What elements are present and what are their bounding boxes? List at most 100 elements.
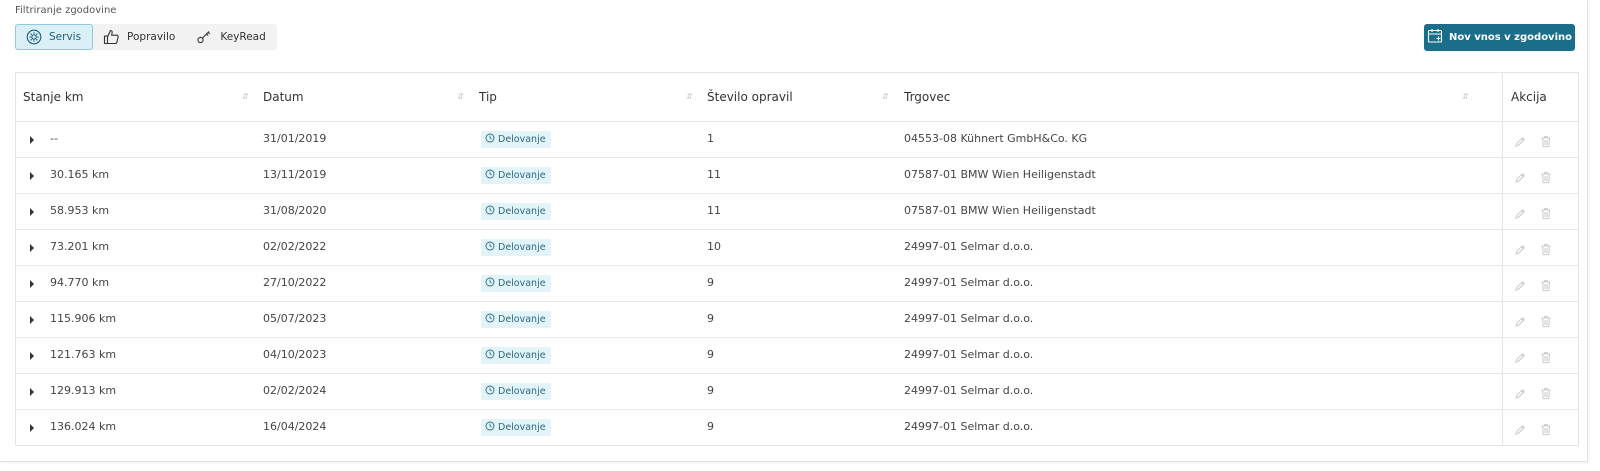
cell-km: 121.763 km bbox=[50, 348, 117, 361]
cell-trgovec: 24997-01 Selmar d.o.o. bbox=[904, 348, 1034, 361]
cell-stevilo-opravil: 11 bbox=[707, 168, 721, 181]
cell-trgovec: 24997-01 Selmar d.o.o. bbox=[904, 384, 1034, 397]
cell-datum: 05/07/2023 bbox=[263, 312, 327, 325]
cell-km: 58.953 km bbox=[50, 204, 110, 217]
cell-km: 136.024 km bbox=[50, 420, 117, 433]
type-badge-label: Delovanje bbox=[498, 242, 546, 253]
key-icon bbox=[196, 29, 213, 45]
cell-trgovec: 07587-01 BMW Wien Heiligenstadt bbox=[904, 204, 1096, 217]
cell-datum: 16/04/2024 bbox=[263, 420, 327, 433]
type-badge: Delovanje bbox=[481, 239, 551, 256]
edit-icon[interactable] bbox=[1514, 205, 1526, 224]
expand-caret-icon[interactable] bbox=[30, 244, 34, 252]
expand-caret-icon[interactable] bbox=[30, 136, 34, 144]
expand-caret-icon[interactable] bbox=[30, 316, 34, 324]
clock-icon bbox=[485, 169, 495, 182]
edit-icon[interactable] bbox=[1514, 385, 1526, 404]
clock-icon bbox=[485, 241, 495, 254]
delete-icon[interactable] bbox=[1540, 313, 1552, 332]
col-header-akcija: Akcija bbox=[1511, 90, 1547, 104]
edit-icon[interactable] bbox=[1514, 421, 1526, 440]
table-row[interactable]: 136.024 km 16/04/2024 Delovanje 9 24997-01 S… bbox=[16, 410, 1578, 446]
cell-km: -- bbox=[50, 132, 58, 145]
clock-icon bbox=[485, 421, 495, 434]
expand-caret-icon[interactable] bbox=[30, 172, 34, 180]
sort-icon[interactable]: ⇵ bbox=[242, 92, 249, 101]
expand-caret-icon[interactable] bbox=[30, 280, 34, 288]
delete-icon[interactable] bbox=[1540, 169, 1552, 188]
new-history-entry-button[interactable]: Nov vnos v zgodovino bbox=[1424, 24, 1575, 51]
col-header-tip[interactable]: Tip bbox=[479, 90, 497, 104]
col-header-trgovec[interactable]: Trgovec bbox=[904, 90, 950, 104]
cell-trgovec: 24997-01 Selmar d.o.o. bbox=[904, 276, 1034, 289]
expand-caret-icon[interactable] bbox=[30, 208, 34, 216]
expand-caret-icon[interactable] bbox=[30, 424, 34, 432]
filter-label: Filtriranje zgodovine bbox=[15, 5, 117, 16]
table-row[interactable]: 94.770 km 27/10/2022 Delovanje 9 24997-01 Se… bbox=[16, 266, 1578, 302]
cell-stevilo-opravil: 9 bbox=[707, 420, 714, 433]
delete-icon[interactable] bbox=[1540, 277, 1552, 296]
delete-icon[interactable] bbox=[1540, 241, 1552, 260]
expand-caret-icon[interactable] bbox=[30, 352, 34, 360]
cell-km: 115.906 km bbox=[50, 312, 117, 325]
type-badge: Delovanje bbox=[481, 347, 551, 364]
sort-icon[interactable]: ⇵ bbox=[457, 92, 464, 101]
sort-icon[interactable]: ⇵ bbox=[686, 92, 693, 101]
edit-icon[interactable] bbox=[1514, 313, 1526, 332]
table-row[interactable]: 58.953 km 31/08/2020 Delovanje 11 07587-01 B… bbox=[16, 194, 1578, 230]
cell-datum: 31/01/2019 bbox=[263, 132, 327, 145]
clock-icon bbox=[485, 205, 495, 218]
col-header-datum[interactable]: Datum bbox=[263, 90, 304, 104]
table-row[interactable]: 73.201 km 02/02/2022 Delovanje 10 24997-01 S… bbox=[16, 230, 1578, 266]
type-badge-label: Delovanje bbox=[498, 350, 546, 361]
cell-trgovec: 24997-01 Selmar d.o.o. bbox=[904, 420, 1034, 433]
edit-icon[interactable] bbox=[1514, 241, 1526, 260]
delete-icon[interactable] bbox=[1540, 349, 1552, 368]
table-row[interactable]: 121.763 km 04/10/2023 Delovanje 9 24997-01 S… bbox=[16, 338, 1578, 374]
expand-caret-icon[interactable] bbox=[30, 388, 34, 396]
table-row[interactable]: 129.913 km 02/02/2024 Delovanje 9 24997-01 S… bbox=[16, 374, 1578, 410]
cell-stevilo-opravil: 9 bbox=[707, 276, 714, 289]
table-row[interactable]: 30.165 km 13/11/2019 Delovanje 11 07587-01 B… bbox=[16, 158, 1578, 194]
filter-button-group: Servis Popravilo KeyRead bbox=[15, 24, 277, 50]
col-header-km[interactable]: Stanje km bbox=[23, 90, 83, 104]
cell-stevilo-opravil: 9 bbox=[707, 384, 714, 397]
filter-keyread-button[interactable]: KeyRead bbox=[186, 24, 276, 50]
table-row[interactable]: -- 31/01/2019 Delovanje 1 04553-08 Kühnert G… bbox=[16, 122, 1578, 158]
clock-icon bbox=[485, 277, 495, 290]
cell-datum: 27/10/2022 bbox=[263, 276, 327, 289]
cell-km: 129.913 km bbox=[50, 384, 117, 397]
edit-icon[interactable] bbox=[1514, 349, 1526, 368]
type-badge-label: Delovanje bbox=[498, 134, 546, 145]
edit-icon[interactable] bbox=[1514, 169, 1526, 188]
type-badge: Delovanje bbox=[481, 275, 551, 292]
type-badge-label: Delovanje bbox=[498, 314, 546, 325]
gear-circle-icon bbox=[26, 29, 42, 45]
sort-icon[interactable]: ⇵ bbox=[1462, 92, 1469, 101]
cell-trgovec: 04553-08 Kühnert GmbH&Co. KG bbox=[904, 132, 1088, 145]
cell-stevilo-opravil: 9 bbox=[707, 312, 714, 325]
new-history-entry-label: Nov vnos v zgodovino bbox=[1449, 32, 1572, 43]
filter-servis-button[interactable]: Servis bbox=[15, 24, 94, 50]
type-badge-label: Delovanje bbox=[498, 422, 546, 433]
table-row[interactable]: 115.906 km 05/07/2023 Delovanje 9 24997-01 S… bbox=[16, 302, 1578, 338]
filter-popravilo-button[interactable]: Popravilo bbox=[93, 24, 186, 50]
cell-datum: 02/02/2022 bbox=[263, 240, 327, 253]
edit-icon[interactable] bbox=[1514, 277, 1526, 296]
filter-popravilo-label: Popravilo bbox=[127, 31, 176, 43]
cell-datum: 02/02/2024 bbox=[263, 384, 327, 397]
type-badge-label: Delovanje bbox=[498, 206, 546, 217]
col-header-stevilo-opravil[interactable]: Število opravil bbox=[707, 90, 793, 104]
cell-km: 30.165 km bbox=[50, 168, 110, 181]
type-badge-label: Delovanje bbox=[498, 386, 546, 397]
delete-icon[interactable] bbox=[1540, 385, 1552, 404]
type-badge: Delovanje bbox=[481, 311, 551, 328]
delete-icon[interactable] bbox=[1540, 421, 1552, 440]
clock-icon bbox=[485, 313, 495, 326]
clock-icon bbox=[485, 385, 495, 398]
sort-icon[interactable]: ⇵ bbox=[882, 92, 889, 101]
delete-icon[interactable] bbox=[1540, 133, 1552, 152]
delete-icon[interactable] bbox=[1540, 205, 1552, 224]
cell-stevilo-opravil: 9 bbox=[707, 348, 714, 361]
edit-icon[interactable] bbox=[1514, 133, 1526, 152]
